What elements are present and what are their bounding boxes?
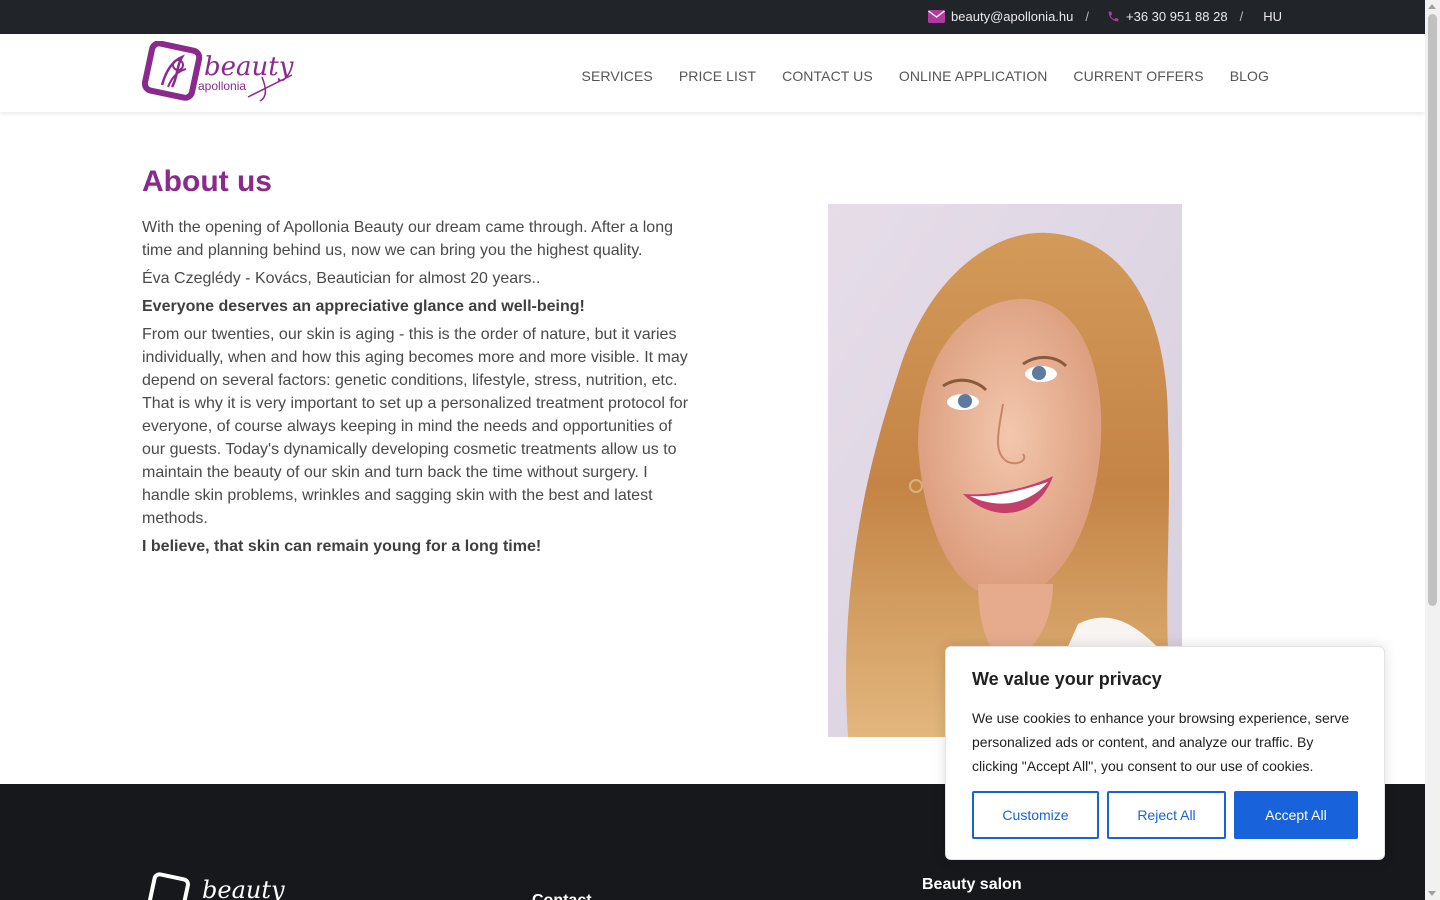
body-paragraph: From our twenties, our skin is aging - t…: [142, 326, 689, 527]
logo-graphic: beauty apollonia: [141, 40, 294, 102]
top-bar: beauty@apollonia.hu / +36 30 951 88 28 /…: [0, 0, 1425, 34]
envelope-icon: [928, 10, 946, 23]
top-bar-contacts: beauty@apollonia.hu / +36 30 951 88 28 /…: [928, 9, 1282, 24]
cookie-title: We value your privacy: [972, 669, 1162, 689]
separator: /: [1085, 9, 1090, 24]
highlight-text: Everyone deserves an appreciative glance…: [142, 298, 585, 315]
footer-logo[interactable]: beauty: [146, 872, 286, 900]
scroll-down-arrow-icon[interactable]: [1428, 891, 1436, 896]
phone-link[interactable]: +36 30 951 88 28: [1107, 9, 1228, 24]
cookie-text: We use cookies to enhance your browsing …: [972, 710, 1350, 774]
email-text: beauty@apollonia.hu: [951, 9, 1074, 24]
main-nav: SERVICES PRICE LIST CONTACT US ONLINE AP…: [582, 68, 1270, 84]
nav-price-list[interactable]: PRICE LIST: [679, 68, 756, 84]
site-header: beauty apollonia SERVICES PRICE LIST CON…: [0, 34, 1425, 112]
about-text: With the opening of Apollonia Beauty our…: [142, 216, 698, 563]
svg-text:apollonia: apollonia: [198, 79, 246, 93]
author-line: Éva Czeglédy - Kovács, Beautician for al…: [142, 270, 541, 287]
phone-text: +36 30 951 88 28: [1126, 9, 1228, 24]
svg-text:beauty: beauty: [204, 52, 294, 82]
language-switch[interactable]: HU: [1263, 9, 1282, 24]
accept-all-button[interactable]: Accept All: [1234, 791, 1358, 839]
scrollbar-thumb[interactable]: [1428, 14, 1437, 606]
cookie-consent-banner: We value your privacy We use cookies to …: [945, 646, 1385, 860]
footer-contact-heading: Contact: [532, 892, 592, 900]
svg-text:beauty: beauty: [202, 876, 285, 900]
nav-online-application[interactable]: ONLINE APPLICATION: [899, 68, 1048, 84]
footer-salon-heading: Beauty salon: [922, 876, 1022, 893]
intro-paragraph: With the opening of Apollonia Beauty our…: [142, 219, 673, 259]
nav-contact-us[interactable]: CONTACT US: [782, 68, 873, 84]
email-link[interactable]: beauty@apollonia.hu: [928, 9, 1073, 24]
phone-icon: [1107, 10, 1120, 23]
nav-blog[interactable]: BLOG: [1230, 68, 1269, 84]
closing-statement: I believe, that skin can remain young fo…: [142, 538, 542, 555]
scroll-up-arrow-icon[interactable]: [1428, 4, 1436, 9]
separator: /: [1239, 9, 1244, 24]
reject-all-button[interactable]: Reject All: [1107, 791, 1226, 839]
site-logo[interactable]: beauty apollonia: [141, 40, 294, 103]
cookie-buttons: Customize Reject All Accept All: [972, 791, 1358, 839]
nav-current-offers[interactable]: CURRENT OFFERS: [1073, 68, 1203, 84]
customize-button[interactable]: Customize: [972, 791, 1099, 839]
page-title: About us: [142, 165, 272, 198]
page-scrollbar[interactable]: [1425, 0, 1440, 900]
nav-services[interactable]: SERVICES: [582, 68, 653, 84]
